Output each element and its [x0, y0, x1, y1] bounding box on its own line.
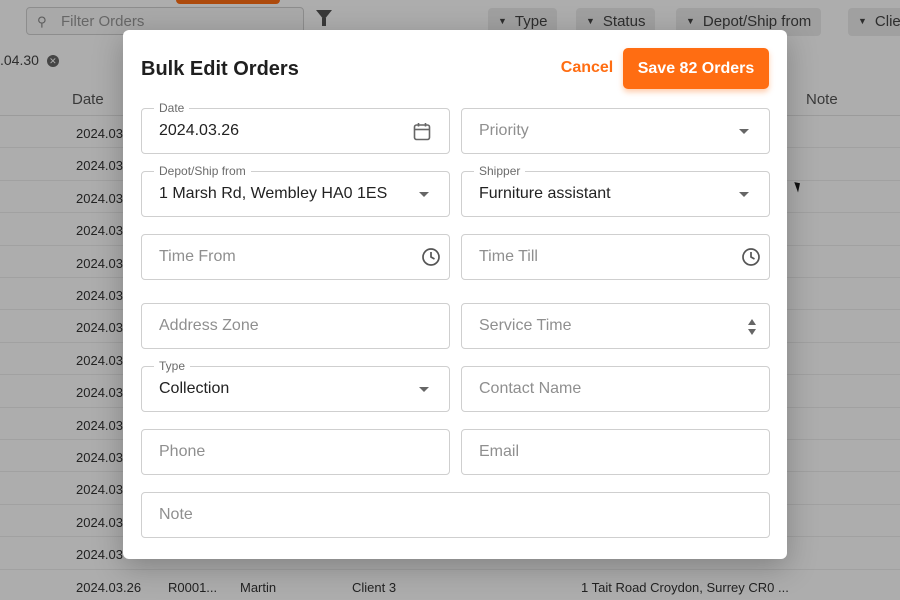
- date-field-value: 2024.03.26: [159, 122, 240, 139]
- address-zone-field[interactable]: Address Zone: [141, 303, 450, 349]
- stepper-arrows-icon[interactable]: [747, 318, 757, 336]
- contact-name-placeholder: Contact Name: [479, 380, 582, 397]
- depot-ship-from-select[interactable]: Depot/Ship from 1 Marsh Rd, Wembley HA0 …: [141, 164, 450, 217]
- bulk-edit-orders-dialog: Bulk Edit Orders Cancel Save 82 Orders D…: [123, 30, 787, 559]
- service-time-stepper[interactable]: Service Time: [461, 303, 770, 349]
- note-field[interactable]: Note: [141, 492, 770, 538]
- calendar-icon[interactable]: [413, 122, 431, 141]
- time-from-placeholder: Time From: [159, 248, 236, 265]
- shipper-field-label: Shipper: [474, 164, 526, 178]
- type-field-label: Type: [154, 359, 191, 373]
- time-till-placeholder: Time Till: [479, 248, 538, 265]
- email-field[interactable]: Email: [461, 429, 770, 475]
- dropdown-arrow-icon: [739, 192, 749, 197]
- cancel-button[interactable]: Cancel: [539, 48, 635, 88]
- priority-placeholder: Priority: [479, 122, 529, 139]
- type-field-value: Collection: [159, 380, 230, 397]
- time-till-field[interactable]: Time Till: [461, 234, 770, 280]
- email-placeholder: Email: [479, 443, 520, 460]
- date-field[interactable]: Date 2024.03.26: [141, 101, 450, 154]
- contact-name-field[interactable]: Contact Name: [461, 366, 770, 412]
- type-select[interactable]: Type Collection: [141, 359, 450, 412]
- depot-field-label: Depot/Ship from: [154, 164, 251, 178]
- service-time-placeholder: Service Time: [479, 317, 572, 334]
- depot-field-value: 1 Marsh Rd, Wembley HA0 1ES: [159, 185, 388, 202]
- shipper-field-value: Furniture assistant: [479, 185, 611, 202]
- note-placeholder: Note: [159, 506, 193, 523]
- phone-field[interactable]: Phone: [141, 429, 450, 475]
- save-orders-button[interactable]: Save 82 Orders: [623, 48, 769, 89]
- time-from-field[interactable]: Time From: [141, 234, 450, 280]
- address-zone-placeholder: Address Zone: [159, 317, 259, 334]
- clock-icon[interactable]: [421, 247, 441, 267]
- clock-icon[interactable]: [741, 247, 761, 267]
- dialog-title: Bulk Edit Orders: [141, 58, 299, 80]
- dropdown-arrow-icon: [739, 129, 749, 134]
- phone-placeholder: Phone: [159, 443, 206, 460]
- dropdown-arrow-icon: [419, 192, 429, 197]
- shipper-select[interactable]: Shipper Furniture assistant: [461, 164, 770, 217]
- date-field-label: Date: [154, 101, 190, 115]
- dropdown-arrow-icon: [419, 387, 429, 392]
- priority-select[interactable]: Priority: [461, 108, 770, 154]
